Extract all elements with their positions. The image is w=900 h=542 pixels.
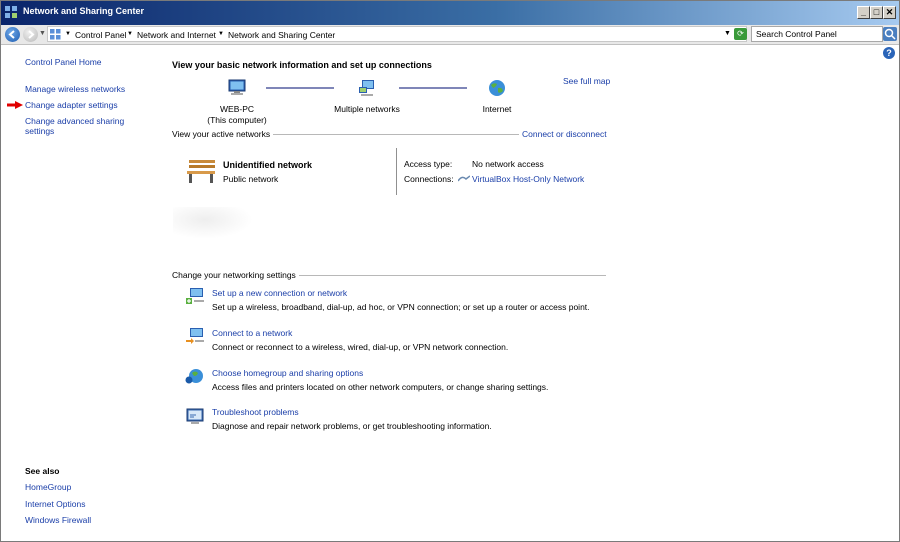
setup-connection-link[interactable]: Set up a new connection or network xyxy=(212,288,347,298)
homegroup-sharing-desc: Access files and printers located on oth… xyxy=(212,382,549,392)
homegroup-link[interactable]: HomeGroup xyxy=(25,482,71,492)
troubleshoot-link[interactable]: Troubleshoot problems xyxy=(212,407,299,417)
connect-disconnect-link[interactable]: Connect or disconnect xyxy=(519,129,607,139)
windows-firewall-link[interactable]: Windows Firewall xyxy=(25,515,91,525)
blurred-area xyxy=(173,207,253,239)
node-label: Internet xyxy=(482,104,512,114)
troubleshoot-icon xyxy=(186,408,204,424)
internet-options-link[interactable]: Internet Options xyxy=(25,499,85,509)
change-advanced-sharing-link[interactable]: Change advanced sharing settings xyxy=(25,116,135,136)
map-node-computer[interactable]: WEB-PC (This computer) xyxy=(199,79,275,126)
connection-line xyxy=(266,87,334,89)
window-title: Network and Sharing Center xyxy=(23,6,145,16)
network-center-icon xyxy=(5,6,17,18)
minimize-button[interactable]: _ xyxy=(857,6,870,19)
access-type-label: Access type: xyxy=(404,159,453,169)
close-button[interactable]: ✕ xyxy=(883,6,896,19)
access-type-value: No network access xyxy=(472,159,544,169)
page-title: View your basic network information and … xyxy=(172,60,432,70)
recent-pages-dropdown[interactable]: ▼ xyxy=(39,30,46,37)
maximize-button[interactable]: □ xyxy=(870,6,883,19)
search-input[interactable]: Search Control Panel xyxy=(751,26,883,42)
control-panel-icon xyxy=(50,29,61,40)
node-label: Multiple networks xyxy=(334,104,400,114)
forward-button[interactable] xyxy=(23,27,38,42)
title-bar: Network and Sharing Center _ □ ✕ xyxy=(1,1,899,25)
new-connection-icon xyxy=(186,288,204,304)
connect-network-icon xyxy=(186,328,204,344)
network-name: Unidentified network xyxy=(223,160,313,170)
back-button[interactable] xyxy=(5,27,20,42)
connect-network-desc: Connect or reconnect to a wireless, wire… xyxy=(212,342,509,352)
refresh-button[interactable]: ⟳ xyxy=(734,28,747,40)
map-node-internet[interactable]: Internet xyxy=(469,79,525,115)
connection-line xyxy=(399,87,467,89)
setup-connection-desc: Set up a wireless, broadband, dial-up, a… xyxy=(212,302,590,312)
forward-arrow-icon xyxy=(28,30,35,39)
change-settings-label: Change your networking settings xyxy=(172,270,299,280)
breadcrumb-network-internet[interactable]: Network and Internet xyxy=(137,30,216,40)
ethernet-icon xyxy=(458,175,470,182)
address-bar: ▼ ▼ Control Panel ▼ Network and Internet… xyxy=(1,25,899,45)
node-label: WEB-PC xyxy=(220,104,254,114)
node-sublabel: (This computer) xyxy=(207,115,267,125)
public-network-bench-icon[interactable] xyxy=(185,158,217,184)
divider xyxy=(396,148,397,195)
back-arrow-icon xyxy=(8,30,15,39)
control-panel-home-link[interactable]: Control Panel Home xyxy=(25,57,102,67)
search-icon xyxy=(884,28,896,40)
network-type[interactable]: Public network xyxy=(223,174,278,184)
see-full-map-link[interactable]: See full map xyxy=(563,76,610,86)
connect-network-link[interactable]: Connect to a network xyxy=(212,328,292,338)
homegroup-icon xyxy=(185,369,203,384)
active-networks-label: View your active networks xyxy=(172,129,274,139)
troubleshoot-desc: Diagnose and repair network problems, or… xyxy=(212,421,492,431)
breadcrumb[interactable]: ▼ Control Panel ▼ Network and Internet ▼… xyxy=(47,26,747,42)
see-also-title: See also xyxy=(25,466,60,476)
connections-label: Connections: xyxy=(404,174,454,184)
manage-wireless-link[interactable]: Manage wireless networks xyxy=(25,84,125,94)
chevron-down-icon[interactable]: ▼ xyxy=(218,31,224,37)
chevron-down-icon[interactable]: ▼ xyxy=(127,31,133,37)
computer-icon xyxy=(228,79,246,95)
map-node-networks[interactable]: Multiple networks xyxy=(327,79,407,115)
chevron-down-icon[interactable]: ▼ xyxy=(65,31,71,37)
search-button[interactable] xyxy=(883,27,897,41)
homegroup-sharing-link[interactable]: Choose homegroup and sharing options xyxy=(212,368,363,378)
window: Network and Sharing Center _ □ ✕ ▼ ▼ Con… xyxy=(0,0,900,542)
address-dropdown[interactable]: ▼ xyxy=(724,30,731,37)
globe-icon xyxy=(489,80,505,96)
change-adapter-link[interactable]: Change adapter settings xyxy=(25,100,118,110)
network-icon xyxy=(359,80,374,96)
help-button[interactable]: ? xyxy=(883,47,895,59)
red-arrow-icon xyxy=(7,101,23,109)
breadcrumb-network-sharing[interactable]: Network and Sharing Center xyxy=(228,30,335,40)
breadcrumb-control-panel[interactable]: Control Panel xyxy=(75,30,127,40)
virtualbox-connection-link[interactable]: VirtualBox Host-Only Network xyxy=(472,174,584,184)
